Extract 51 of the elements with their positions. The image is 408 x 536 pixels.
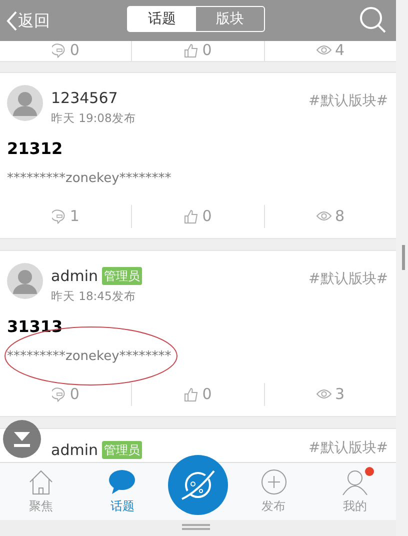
view-count: 3 (335, 384, 345, 405)
post-time: 昨天 19:08发布 (51, 110, 137, 126)
tab-item[interactable]: 聚焦 (0, 463, 82, 520)
board-tag[interactable]: #默认版块# (308, 438, 388, 459)
planet-button[interactable] (166, 454, 229, 516)
eye-icon (316, 210, 332, 222)
eye-icon (316, 44, 332, 56)
board-tag[interactable]: #默认版块# (308, 91, 388, 112)
person-icon (342, 469, 368, 495)
house-icon (28, 469, 54, 495)
role-tag: 管理员 (102, 441, 142, 460)
like-count: 0 (202, 384, 212, 405)
tab-item[interactable]: 发布 (232, 463, 314, 520)
back-button[interactable]: 返回 (6, 8, 50, 32)
thumbs-up-icon (184, 42, 200, 58)
scroll-to-bottom-button[interactable] (3, 420, 41, 458)
search-icon[interactable] (360, 7, 386, 33)
scrollbar-thumb[interactable] (402, 245, 405, 270)
thumbs-up-icon (184, 208, 200, 224)
username[interactable]: 1234567 (51, 87, 118, 110)
view-count: 4 (335, 40, 345, 61)
segment-tab[interactable]: 版块 (196, 7, 264, 31)
post-excerpt: *********zonekey******** (7, 170, 172, 188)
tab-item[interactable]: 话题 (82, 463, 164, 520)
like-count: 0 (202, 40, 212, 61)
drag-handle-icon[interactable] (182, 524, 210, 530)
thumbs-up-icon (184, 386, 200, 402)
comment-icon (52, 386, 67, 402)
avatar[interactable] (7, 263, 43, 299)
post-excerpt: *********zonekey******** (7, 348, 172, 366)
post-time: 昨天 18:45发布 (51, 288, 137, 304)
username[interactable]: admin (51, 265, 98, 288)
view-count: 8 (335, 206, 345, 227)
comment-icon (52, 42, 67, 58)
comment-count: 1 (70, 206, 80, 227)
eye-icon (316, 388, 332, 400)
comment-count: 0 (70, 40, 80, 61)
role-tag: 管理员 (102, 267, 142, 286)
segment-tab[interactable]: 话题 (128, 7, 196, 31)
speech-bubble-icon (108, 469, 136, 495)
avatar[interactable] (7, 85, 43, 121)
username[interactable]: admin (51, 439, 98, 462)
chevron-left-icon (6, 10, 18, 30)
post-title[interactable]: 21312 (7, 136, 388, 161)
comment-icon (52, 208, 67, 224)
board-tag[interactable]: #默认版块# (308, 269, 388, 290)
plus-circle-icon (260, 469, 287, 495)
post-title[interactable]: 31313 (7, 314, 388, 339)
comment-count: 0 (70, 384, 80, 405)
like-count: 0 (202, 206, 212, 227)
tab-item[interactable]: 我的 (314, 463, 396, 520)
